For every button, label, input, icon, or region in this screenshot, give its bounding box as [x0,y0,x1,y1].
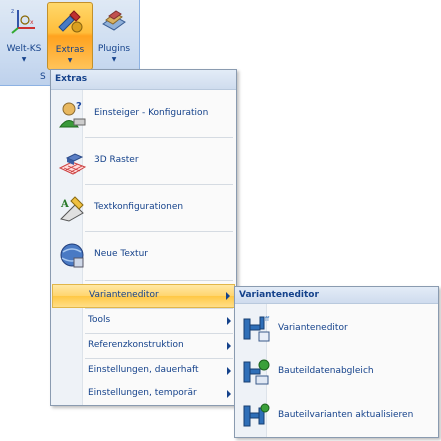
submenu-arrow-icon [227,342,231,350]
menu-item-label: Einstellungen, dauerhaft [88,365,199,375]
svg-text:x: x [30,19,34,26]
menu-item-label: Einstellungen, temporär [88,388,197,398]
submenu-item-label: Varianteneditor [278,323,348,333]
separator [85,280,233,281]
extras-label: Extras [55,45,85,55]
beginner-config-icon: ? [59,101,86,128]
variant-editor-icon: ff [243,316,270,342]
text-config-icon: A [60,196,84,222]
menu-item-einstellungen-dauerhaft[interactable]: Einstellungen, dauerhaft [52,360,235,382]
extras-menu: Extras ? Einsteiger - Konfiguration 3D R… [50,69,237,406]
menu-item-neue-textur[interactable]: Neue Textur [52,233,235,278]
welt-ks-button[interactable]: z x Welt-KS ▼ [2,2,46,68]
menu-item-label: 3D Raster [94,155,139,165]
chevron-down-icon: ▼ [21,56,27,63]
separator [85,333,233,334]
update-part-variants-icon [243,403,270,427]
submenu-header: Varianteneditor [235,287,438,304]
svg-text:z: z [11,8,14,15]
menu-header: Extras [51,70,236,90]
svg-text:A: A [60,199,69,210]
coordinate-system-icon: z x [11,8,35,34]
chevron-down-icon: ▼ [67,57,73,64]
plugins-label: Plugins [97,44,131,54]
submenu-item-bauteildatenabgleich[interactable]: Bauteildatenabgleich [236,349,437,391]
menu-item-label: Neue Textur [94,249,148,259]
menu-item-label: Varianteneditor [89,290,159,300]
welt-ks-label: Welt-KS [6,44,42,54]
menu-item-referenzkonstruktion[interactable]: Referenzkonstruktion [52,335,235,357]
menu-item-varianteneditor[interactable]: Varianteneditor [52,284,235,308]
separator [85,358,233,359]
separator [85,308,233,309]
ribbon-group-label: S [40,72,46,82]
submenu-arrow-icon [227,317,231,325]
submenu-item-bauteilvarianten-aktualisieren[interactable]: Bauteilvarianten aktualisieren [236,393,437,435]
menu-item-label: Textkonfigurationen [94,202,184,212]
new-texture-icon [60,243,84,268]
separator [85,231,233,232]
submenu-arrow-icon [227,367,231,375]
menu-item-label: Einsteiger - Konfiguration [94,108,209,118]
3d-grid-icon [58,153,87,175]
submenu-arrow-icon [227,390,231,398]
plugins-button[interactable]: Plugins ▼ [92,2,136,68]
submenu-item-label: Bauteilvarianten aktualisieren [278,410,414,420]
separator [85,137,233,138]
submenu-item-label: Bauteildatenabgleich [278,366,374,376]
plugins-icon [102,10,126,31]
menu-item-label: Tools [88,315,111,325]
menu-item-tools[interactable]: Tools [52,310,235,332]
submenu-arrow-icon [226,292,230,300]
separator [85,184,233,185]
svg-text:ff: ff [265,316,270,323]
submenu-item-varianteneditor[interactable]: ff Varianteneditor [236,306,437,348]
menu-item-3d-raster[interactable]: 3D Raster [52,139,235,184]
part-data-sync-icon [243,359,270,385]
extras-button[interactable]: Extras ▼ [47,2,93,70]
menu-item-einsteiger-konfiguration[interactable]: ? Einsteiger - Konfiguration [52,92,235,137]
svg-text:?: ? [76,101,82,112]
varianteneditor-submenu: Varianteneditor ff Varianteneditor Baute… [234,286,439,438]
chevron-down-icon: ▼ [111,56,117,63]
menu-item-label: Referenzkonstruktion [88,340,184,350]
extras-icon [58,10,83,33]
menu-item-textkonfigurationen[interactable]: A Textkonfigurationen [52,186,235,231]
menu-item-einstellungen-temporaer[interactable]: Einstellungen, temporär [52,383,235,405]
